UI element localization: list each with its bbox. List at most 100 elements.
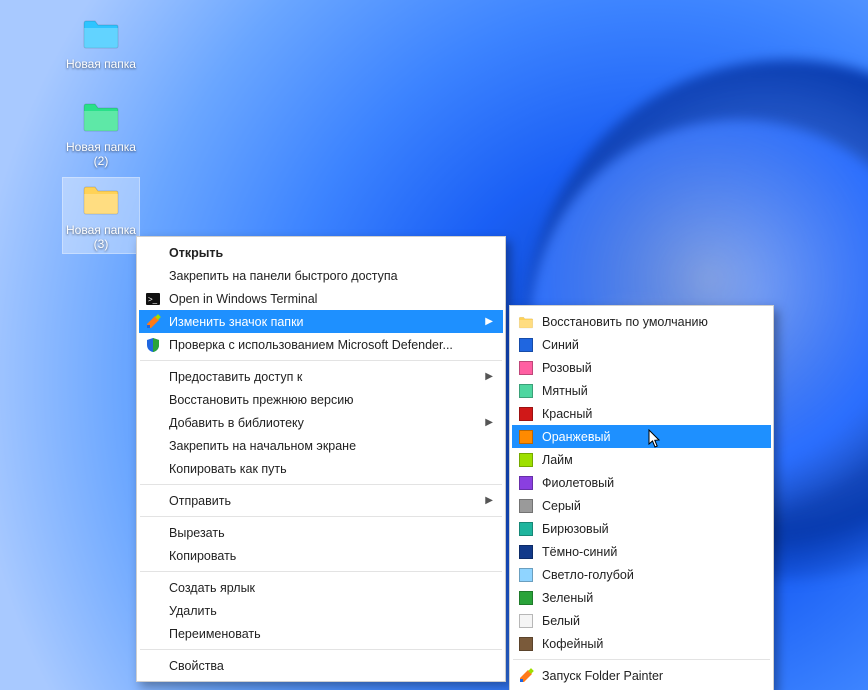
chevron-right-icon: ▶ xyxy=(485,417,493,428)
menu-item[interactable]: Изменить значок папки ▶ xyxy=(139,310,503,333)
menu-item[interactable]: Синий xyxy=(512,333,771,356)
menu-item-label: Копировать как путь xyxy=(169,462,287,476)
terminal-icon: >_ xyxy=(145,291,161,307)
menu-item-label: Серый xyxy=(542,499,581,513)
menu-item-label: Свойства xyxy=(169,659,224,673)
desktop-folder-2[interactable]: Новая папка (2) xyxy=(63,95,139,170)
menu-item[interactable]: Переименовать xyxy=(139,622,503,645)
menu-item-label: Изменить значок папки xyxy=(169,315,304,329)
desktop-folder-3[interactable]: Новая папка (3) xyxy=(63,178,139,253)
chevron-right-icon: ▶ xyxy=(485,316,493,327)
color-swatch-icon xyxy=(518,406,534,422)
menu-item[interactable]: Копировать как путь xyxy=(139,457,503,480)
color-swatch-icon xyxy=(518,567,534,583)
menu-item-label: Восстановить прежнюю версию xyxy=(169,393,354,407)
menu-separator xyxy=(140,649,502,650)
menu-item[interactable]: Белый xyxy=(512,609,771,632)
menu-item-label: Отправить xyxy=(169,494,231,508)
context-menu: Открыть Закрепить на панели быстрого дост… xyxy=(136,236,506,682)
menu-item[interactable]: Восстановить по умолчанию xyxy=(512,310,771,333)
color-swatch-icon xyxy=(518,452,534,468)
menu-item[interactable]: Закрепить на начальном экране xyxy=(139,434,503,457)
menu-item[interactable]: Серый xyxy=(512,494,771,517)
menu-item-label: Вырезать xyxy=(169,526,225,540)
menu-item[interactable]: Удалить xyxy=(139,599,503,622)
menu-item-label: Запуск Folder Painter xyxy=(542,669,663,683)
menu-item[interactable]: Свойства xyxy=(139,654,503,677)
color-swatch-icon xyxy=(518,337,534,353)
menu-item-label: Бирюзовый xyxy=(542,522,609,536)
desktop-folder-1[interactable]: Новая папка xyxy=(63,12,139,73)
desktop-icon-label: Новая папка xyxy=(66,57,136,71)
menu-item[interactable]: Розовый xyxy=(512,356,771,379)
painter-icon xyxy=(145,314,161,330)
color-swatch-icon xyxy=(518,383,534,399)
color-swatch-icon xyxy=(518,636,534,652)
menu-item-label: Открыть xyxy=(169,246,223,260)
chevron-right-icon: ▶ xyxy=(485,371,493,382)
svg-text:>_: >_ xyxy=(148,295,158,304)
menu-item-label: Удалить xyxy=(169,604,217,618)
menu-separator xyxy=(513,659,770,660)
menu-item-label: Белый xyxy=(542,614,580,628)
menu-item-label: Предоставить доступ к xyxy=(169,370,302,384)
color-swatch-icon xyxy=(518,613,534,629)
shield-icon xyxy=(145,337,161,353)
color-swatch-icon xyxy=(518,429,534,445)
menu-item[interactable]: Открыть xyxy=(139,241,503,264)
menu-item[interactable]: Фиолетовый xyxy=(512,471,771,494)
menu-item[interactable]: Проверка с использованием Microsoft Defe… xyxy=(139,333,503,356)
menu-item[interactable]: Красный xyxy=(512,402,771,425)
painter-icon xyxy=(518,668,534,684)
menu-item-label: Закрепить на панели быстрого доступа xyxy=(169,269,398,283)
folder-icon xyxy=(81,99,121,138)
folder-default-icon xyxy=(518,314,534,330)
menu-item-label: Закрепить на начальном экране xyxy=(169,439,356,453)
menu-item[interactable]: Светло-голубой xyxy=(512,563,771,586)
menu-item[interactable]: Закрепить на панели быстрого доступа xyxy=(139,264,503,287)
menu-item[interactable]: Отправить ▶ xyxy=(139,489,503,512)
menu-item[interactable]: Кофейный xyxy=(512,632,771,655)
color-swatch-icon xyxy=(518,360,534,376)
color-swatch-icon xyxy=(518,544,534,560)
menu-separator xyxy=(140,360,502,361)
menu-item[interactable]: Вырезать xyxy=(139,521,503,544)
menu-separator xyxy=(140,516,502,517)
chevron-right-icon: ▶ xyxy=(485,495,493,506)
menu-item[interactable]: Лайм xyxy=(512,448,771,471)
menu-item-label: Open in Windows Terminal xyxy=(169,292,317,306)
menu-item-label: Создать ярлык xyxy=(169,581,255,595)
folder-icon xyxy=(81,182,121,221)
color-swatch-icon xyxy=(518,498,534,514)
menu-item[interactable]: Запуск Folder Painter xyxy=(512,664,771,687)
menu-separator xyxy=(140,571,502,572)
menu-item-label: Зеленый xyxy=(542,591,593,605)
menu-item[interactable]: Бирюзовый xyxy=(512,517,771,540)
color-swatch-icon xyxy=(518,521,534,537)
folder-icon xyxy=(81,16,121,55)
menu-item-label: Синий xyxy=(542,338,579,352)
menu-item[interactable]: >_ Open in Windows Terminal xyxy=(139,287,503,310)
menu-item-label: Лайм xyxy=(542,453,573,467)
menu-item[interactable]: Добавить в библиотеку ▶ xyxy=(139,411,503,434)
menu-item[interactable]: Зеленый xyxy=(512,586,771,609)
menu-item-label: Светло-голубой xyxy=(542,568,634,582)
menu-item-label: Розовый xyxy=(542,361,592,375)
menu-item[interactable]: Мятный xyxy=(512,379,771,402)
menu-item[interactable]: Копировать xyxy=(139,544,503,567)
menu-separator xyxy=(140,484,502,485)
menu-item[interactable]: Предоставить доступ к ▶ xyxy=(139,365,503,388)
menu-item-label: Копировать xyxy=(169,549,236,563)
menu-item-label: Кофейный xyxy=(542,637,603,651)
menu-item-label: Фиолетовый xyxy=(542,476,614,490)
menu-item-label: Восстановить по умолчанию xyxy=(542,315,708,329)
menu-item[interactable]: Создать ярлык xyxy=(139,576,503,599)
submenu-change-folder-icon: Восстановить по умолчанию Синий Розовый Мят… xyxy=(509,305,774,690)
menu-item-label: Красный xyxy=(542,407,592,421)
menu-item-label: Переименовать xyxy=(169,627,261,641)
menu-item[interactable]: Оранжевый xyxy=(512,425,771,448)
menu-item-label: Добавить в библиотеку xyxy=(169,416,304,430)
menu-item-label: Оранжевый xyxy=(542,430,610,444)
menu-item[interactable]: Тёмно-синий xyxy=(512,540,771,563)
menu-item[interactable]: Восстановить прежнюю версию xyxy=(139,388,503,411)
